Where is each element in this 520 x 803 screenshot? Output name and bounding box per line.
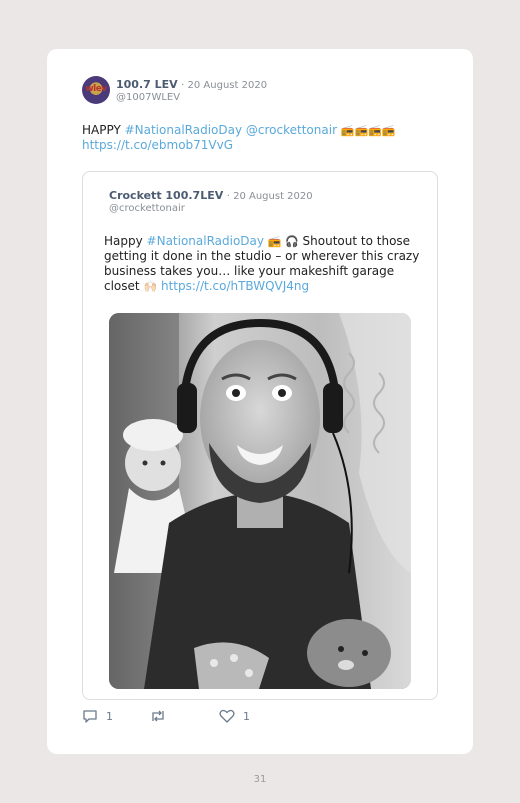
author-handle[interactable]: @1007WLEV: [116, 92, 180, 103]
quoted-text: Happy #NationalRadioDay 📻 🎧 Shoutout to …: [104, 234, 424, 294]
tweet-photo[interactable]: [109, 313, 411, 689]
quoted-handle[interactable]: @crockettonair: [109, 203, 185, 214]
quoted-tweet[interactable]: Crockett 100.7LEV · 20 August 2020 @croc…: [82, 171, 438, 700]
hashtag-link[interactable]: #NationalRadioDay: [125, 123, 242, 137]
reply-icon: [83, 710, 97, 723]
tweet-actions: 1 1: [82, 709, 442, 727]
like-action[interactable]: 1: [219, 709, 250, 723]
quoted-hashtag-link[interactable]: #NationalRadioDay: [147, 234, 264, 248]
tweet-text-prefix: HAPPY: [82, 123, 125, 137]
avatar[interactable]: wlev: [82, 76, 110, 104]
quoted-date: · 20 August 2020: [226, 191, 313, 202]
retweet-action[interactable]: [149, 709, 167, 723]
avatar-logo-text: wlev: [85, 84, 107, 94]
page-number: 31: [253, 774, 267, 785]
retweet-icon: [152, 710, 164, 722]
heart-icon: [219, 709, 235, 723]
tweet-url-link[interactable]: https://t.co/ebmob71VvG: [82, 138, 233, 152]
tweet-header: 100.7 LEV · 20 August 2020: [116, 78, 267, 91]
reply-action[interactable]: 1: [82, 709, 113, 723]
photo-illustration: [109, 313, 411, 689]
quoted-header: Crockett 100.7LEV · 20 August 2020: [109, 189, 313, 202]
quoted-url-link[interactable]: https://t.co/hTBWQVJ4ng: [161, 279, 309, 293]
tweet-date: · 20 August 2020: [181, 80, 268, 91]
author-name[interactable]: 100.7 LEV: [116, 78, 178, 91]
tweet-card: wlev 100.7 LEV · 20 August 2020 @1007WLE…: [47, 49, 473, 754]
raised-hands-emoji: 🙌🏻: [143, 280, 158, 293]
radio-emojis: 📻📻📻📻: [340, 124, 396, 137]
quoted-author-name[interactable]: Crockett 100.7LEV: [109, 189, 223, 202]
like-count: 1: [243, 709, 250, 723]
tweet-text: HAPPY #NationalRadioDay @crockettonair 📻…: [82, 123, 422, 153]
reply-count: 1: [106, 709, 113, 723]
radio-headphone-emojis: 📻 🎧: [267, 235, 299, 248]
mention-link[interactable]: @crockettonair: [246, 123, 337, 137]
quoted-text-prefix: Happy: [104, 234, 147, 248]
